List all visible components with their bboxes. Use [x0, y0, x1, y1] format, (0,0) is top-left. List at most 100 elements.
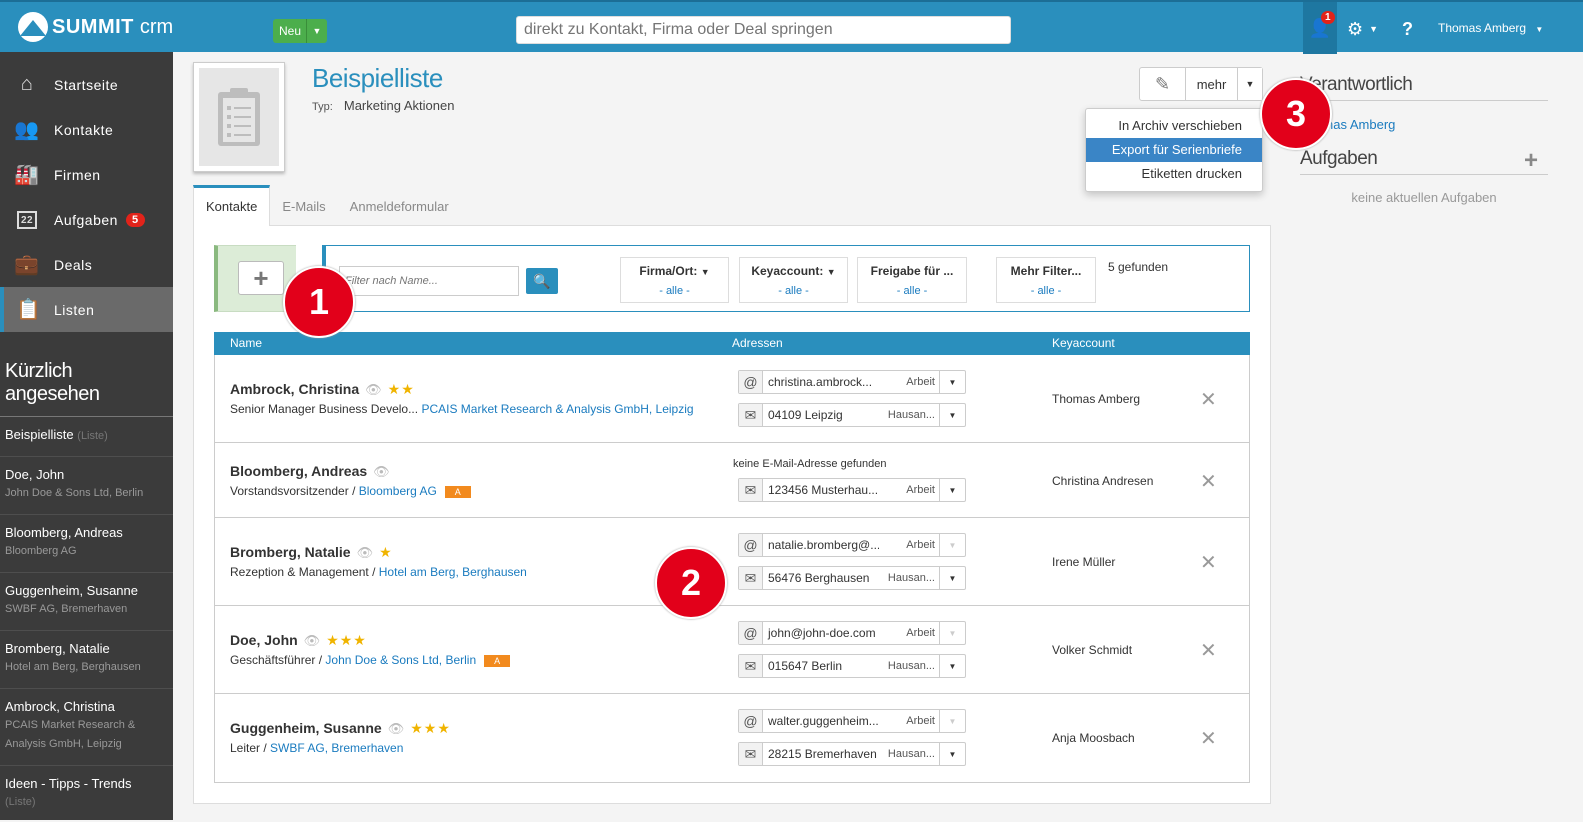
rating-stars: ★★: [387, 381, 415, 397]
tab-kontakte[interactable]: Kontakte: [193, 185, 271, 226]
responsible-heading: Verantwortlich: [1300, 74, 1548, 101]
company-link[interactable]: John Doe & Sons Ltd, Berlin: [325, 653, 476, 667]
email-value[interactable]: natalie.bromberg@...: [763, 538, 879, 552]
contact-name[interactable]: Ambrock, Christina: [230, 381, 359, 397]
contact-name[interactable]: Bloomberg, Andreas: [230, 463, 367, 479]
contact-name[interactable]: Doe, John: [230, 632, 298, 648]
new-button[interactable]: Neu ▼: [273, 19, 327, 43]
address-value[interactable]: 015647 Berlin: [763, 659, 879, 673]
recent-item[interactable]: Bloomberg, Andreas Bloomberg AG: [0, 515, 173, 573]
column-header-keyaccount[interactable]: Keyaccount: [1052, 336, 1115, 350]
email-dropdown-toggle[interactable]: ▼: [939, 371, 965, 393]
recent-item[interactable]: Doe, John John Doe & Sons Ltd, Berlin: [0, 457, 173, 515]
release-filter[interactable]: Freigabe für ... - alle -: [857, 257, 967, 303]
list-type: Typ: Marketing Aktionen: [312, 98, 454, 113]
address-value[interactable]: 123456 Musterhau...: [763, 483, 879, 497]
menu-item-export-serial-letters[interactable]: Export für Serienbriefe: [1086, 138, 1262, 162]
sidebar-item-startseite[interactable]: ⌂ Startseite: [0, 62, 173, 107]
email-address-field: @ christina.ambrock... Arbeit ▼: [738, 370, 966, 394]
list-type-label: Typ:: [312, 101, 333, 113]
no-tasks-message: keine aktuellen Aufgaben: [1351, 190, 1497, 205]
chevron-down-icon[interactable]: ▼: [306, 19, 327, 43]
company-link[interactable]: Bloomberg AG: [359, 484, 437, 498]
edit-button[interactable]: ✎: [1140, 68, 1186, 100]
more-dropdown-toggle[interactable]: ▼: [1238, 68, 1262, 100]
email-dropdown-toggle[interactable]: ▼: [939, 534, 965, 556]
company-link[interactable]: SWBF AG, Bremerhaven: [270, 741, 403, 755]
filter-bar: 🔍 Firma/Ort: ▼ - alle - Keyaccount: ▼ - …: [322, 245, 1250, 312]
more-filters[interactable]: Mehr Filter... - alle -: [996, 257, 1096, 303]
sidebar-item-label: Aufgaben: [54, 211, 118, 228]
category-tag: A: [444, 485, 471, 498]
contact-name[interactable]: Guggenheim, Susanne: [230, 720, 382, 736]
global-search-input[interactable]: [516, 16, 1011, 44]
address-dropdown-toggle[interactable]: ▼: [939, 743, 965, 765]
eye-icon[interactable]: 👁: [365, 382, 382, 397]
keyaccount-filter[interactable]: Keyaccount: ▼ - alle -: [739, 257, 848, 303]
settings-button[interactable]: ⚙ ▼: [1347, 16, 1378, 42]
sidebar-item-firmen[interactable]: 🏭 Firmen: [0, 152, 173, 197]
remove-from-list-icon[interactable]: ✕: [1200, 638, 1217, 663]
notifications-button[interactable]: 👤 1: [1303, 2, 1337, 54]
chevron-down-icon: ▼: [1369, 24, 1379, 34]
email-dropdown-toggle[interactable]: ▼: [939, 622, 965, 644]
menu-item-archive[interactable]: In Archiv verschieben: [1086, 114, 1262, 138]
address-dropdown-toggle[interactable]: ▼: [939, 404, 965, 426]
eye-icon[interactable]: 👁: [357, 545, 374, 560]
at-icon: @: [739, 710, 763, 732]
company-link[interactable]: Hotel am Berg, Berghausen: [379, 565, 527, 579]
company-link[interactable]: PCAIS Market Research & Analysis GmbH, L…: [421, 402, 693, 416]
contact-position: Leiter /: [230, 741, 267, 755]
address-value[interactable]: 56476 Berghausen: [763, 571, 879, 585]
remove-from-list-icon[interactable]: ✕: [1200, 469, 1217, 494]
sidebar-item-aufgaben[interactable]: 22 Aufgaben 5: [0, 197, 173, 242]
email-value[interactable]: christina.ambrock...: [763, 375, 879, 389]
add-task-button[interactable]: +: [1524, 147, 1538, 175]
sidebar-item-deals[interactable]: 💼 Deals: [0, 242, 173, 287]
home-icon: ⌂: [20, 73, 34, 95]
tab-anmeldeformular[interactable]: Anmeldeformular: [338, 185, 461, 226]
company-location-filter[interactable]: Firma/Ort: ▼ - alle -: [620, 257, 729, 303]
envelope-icon: ✉: [739, 743, 763, 765]
remove-from-list-icon[interactable]: ✕: [1200, 550, 1217, 575]
postal-address-field: ✉ 04109 Leipzig Hausan... ▼: [738, 403, 966, 427]
sidebar-item-listen[interactable]: 📋 Listen: [0, 287, 173, 332]
address-dropdown-toggle[interactable]: ▼: [939, 479, 965, 501]
column-header-name[interactable]: Name: [230, 336, 262, 350]
help-button[interactable]: ?: [1402, 16, 1413, 42]
email-value[interactable]: john@john-doe.com: [763, 626, 879, 640]
email-type: Arbeit: [906, 715, 935, 727]
gear-icon: ⚙: [1347, 18, 1364, 39]
user-menu[interactable]: Thomas Amberg ▼: [1438, 21, 1543, 35]
eye-icon[interactable]: 👁: [373, 464, 390, 479]
more-button[interactable]: mehr: [1186, 68, 1238, 100]
address-dropdown-toggle[interactable]: ▼: [939, 567, 965, 589]
summit-crm-logo[interactable]: SUMMIT crm: [18, 12, 173, 42]
tab-emails[interactable]: E-Mails: [270, 185, 337, 226]
recent-item[interactable]: Bromberg, Natalie Hotel am Berg, Berghau…: [0, 631, 173, 689]
address-dropdown-toggle[interactable]: ▼: [939, 655, 965, 677]
envelope-icon: ✉: [739, 479, 763, 501]
address-value[interactable]: 04109 Leipzig: [763, 408, 879, 422]
contact-name[interactable]: Bromberg, Natalie: [230, 544, 351, 560]
recent-item-title: Bloomberg, Andreas: [5, 525, 123, 540]
remove-from-list-icon[interactable]: ✕: [1200, 726, 1217, 751]
name-filter-input[interactable]: [339, 266, 519, 296]
eye-icon[interactable]: 👁: [304, 633, 321, 648]
address-value[interactable]: 28215 Bremerhaven: [763, 747, 879, 761]
recent-item[interactable]: Beispielliste (Liste): [0, 417, 173, 457]
email-value[interactable]: walter.guggenheim...: [763, 714, 879, 728]
filter-value: - alle -: [1030, 285, 1062, 297]
filter-search-button[interactable]: 🔍: [526, 268, 558, 294]
recent-heading: Kürzlich angesehen: [0, 340, 173, 417]
eye-icon[interactable]: 👁: [388, 721, 405, 736]
recent-item[interactable]: Ideen - Tipps - Trends (Liste): [0, 766, 173, 822]
remove-from-list-icon[interactable]: ✕: [1200, 387, 1217, 412]
recent-item[interactable]: Guggenheim, Susanne SWBF AG, Bremerhaven: [0, 573, 173, 631]
sidebar-item-label: Startseite: [54, 76, 119, 93]
sidebar-item-kontakte[interactable]: 👥 Kontakte: [0, 107, 173, 152]
email-dropdown-toggle[interactable]: ▼: [939, 710, 965, 732]
menu-item-print-labels[interactable]: Etiketten drucken: [1086, 162, 1262, 186]
recent-item[interactable]: Ambrock, Christina PCAIS Market Research…: [0, 689, 173, 766]
add-contact-button[interactable]: +: [238, 261, 284, 295]
